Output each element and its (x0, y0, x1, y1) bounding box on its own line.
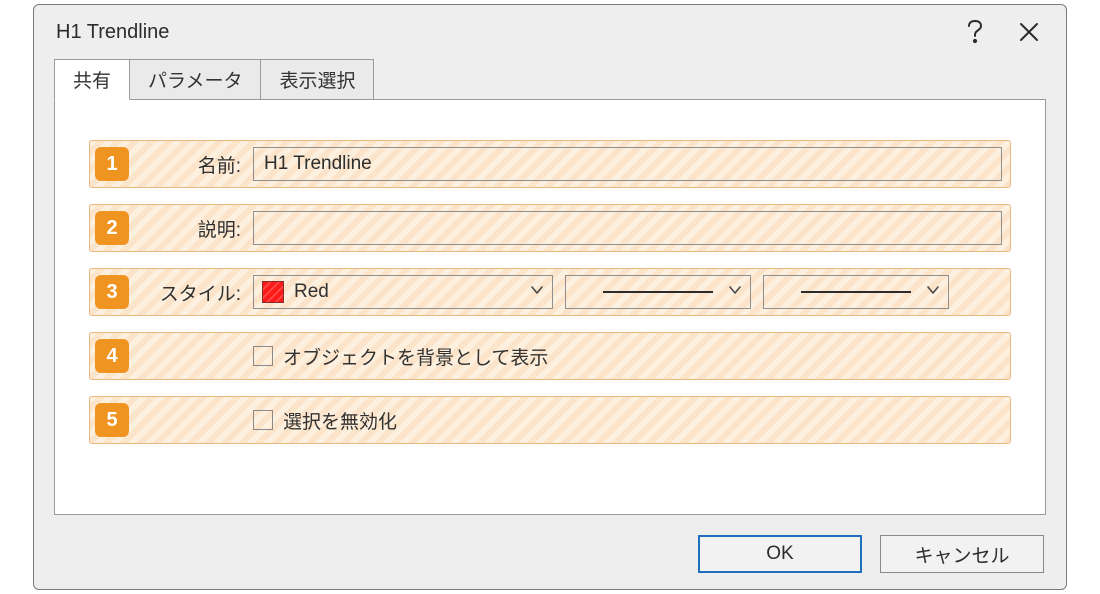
tab-panel: 1 名前: H1 Trendline 2 説明: 3 スタイル: Red (54, 99, 1046, 515)
label-description: 説明: (135, 215, 247, 242)
checkbox-label-background: オブジェクトを背景として表示 (283, 343, 548, 370)
row-draw-as-background: 4 オブジェクトを背景として表示 (89, 332, 1011, 380)
tab-label: 共有 (73, 66, 111, 93)
tab-parameters[interactable]: パラメータ (129, 59, 261, 100)
tab-share[interactable]: 共有 (54, 59, 130, 100)
cancel-label: キャンセル (914, 541, 1009, 568)
ok-button[interactable]: OK (698, 535, 862, 573)
close-icon (1019, 22, 1039, 42)
tab-label: 表示選択 (279, 66, 355, 93)
checkbox-group-background: オブジェクトを背景として表示 (253, 343, 548, 370)
chevron-down-icon (728, 281, 742, 303)
help-button[interactable] (948, 5, 1002, 59)
cancel-button[interactable]: キャンセル (880, 535, 1044, 573)
color-swatch (262, 281, 284, 303)
dialog-footer: OK キャンセル (34, 525, 1066, 589)
tab-display-select[interactable]: 表示選択 (260, 59, 374, 100)
description-input[interactable] (253, 211, 1002, 245)
linestyle-combo[interactable] (565, 275, 751, 309)
style-controls: Red (253, 275, 1002, 309)
label-name: 名前: (135, 151, 247, 178)
tab-label: パラメータ (148, 66, 242, 93)
badge-5: 5 (95, 403, 129, 437)
window-title: H1 Trendline (56, 21, 948, 44)
chevron-down-icon (530, 281, 544, 303)
linewidth-combo[interactable] (763, 275, 949, 309)
chevron-down-icon (926, 281, 940, 303)
ok-label: OK (766, 543, 793, 565)
row-name: 1 名前: H1 Trendline (89, 140, 1011, 188)
row-disable-selection: 5 選択を無効化 (89, 396, 1011, 444)
titlebar: H1 Trendline (34, 5, 1066, 59)
badge-2: 2 (95, 211, 129, 245)
color-combo[interactable]: Red (253, 275, 553, 309)
dialog-window: H1 Trendline 共有 パラメータ 表示選択 1 名前: H1 Tren… (33, 4, 1067, 590)
checkbox-label-disable-selection: 選択を無効化 (283, 407, 397, 434)
color-name: Red (294, 281, 329, 303)
name-value: H1 Trendline (264, 153, 372, 175)
linewidth-preview (801, 291, 911, 293)
row-description: 2 説明: (89, 204, 1011, 252)
close-button[interactable] (1002, 5, 1056, 59)
badge-3: 3 (95, 275, 129, 309)
badge-1: 1 (95, 147, 129, 181)
badge-4: 4 (95, 339, 129, 373)
tab-strip: 共有 パラメータ 表示選択 (34, 59, 1066, 100)
row-style: 3 スタイル: Red (89, 268, 1011, 316)
checkbox-group-disable-selection: 選択を無効化 (253, 407, 397, 434)
linestyle-preview (603, 291, 713, 293)
label-style: スタイル: (135, 279, 247, 306)
checkbox-draw-as-background[interactable] (253, 346, 273, 366)
help-icon (967, 20, 983, 44)
checkbox-disable-selection[interactable] (253, 410, 273, 430)
name-input[interactable]: H1 Trendline (253, 147, 1002, 181)
